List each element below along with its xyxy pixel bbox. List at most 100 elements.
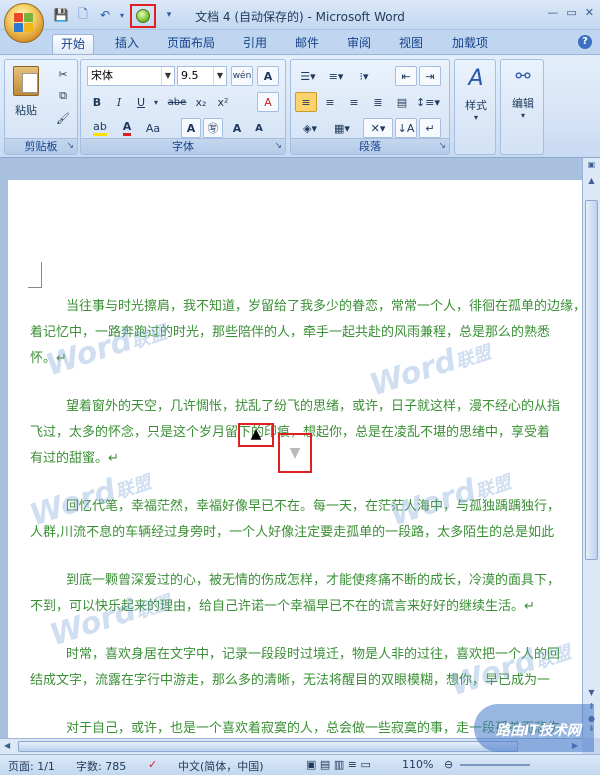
binoculars-icon: ⚯ [515, 66, 531, 87]
paragraph-4-line-1[interactable]: 到底一颗曾深爱过的心，被无情的伤成怎样，才能使疼痛不断的成长，冷漠的面具下， [66, 568, 600, 594]
scroll-left-icon[interactable]: ◀ [4, 741, 10, 750]
minimize-button[interactable]: — [547, 6, 558, 19]
paste-icon [13, 66, 39, 96]
outline-icon[interactable]: ≡ [348, 758, 357, 771]
zoom-level[interactable]: 110% [402, 758, 433, 771]
paragraph-3-line-1[interactable]: 回忆代笔，幸福茫然，幸福好像早已不在。每一天，在茫茫人海中，与孤独踽踽独行， [66, 494, 600, 520]
paragraph-5-line-2[interactable]: 结成文字，流露在字行中游走，那么多的清晰，无法将醒目的双眼模糊，想你，早已成为一 [30, 668, 590, 694]
tab-home[interactable]: 开始 [52, 34, 94, 54]
tab-review[interactable]: 审阅 [342, 34, 376, 54]
character-border-button[interactable]: A [257, 66, 279, 86]
change-case-button[interactable]: Aa [141, 118, 165, 138]
draft-icon[interactable]: ▭ [360, 758, 370, 771]
close-button[interactable]: ✕ [585, 6, 594, 19]
bullets-icon[interactable]: ☰▾ [295, 66, 321, 86]
strikethrough-button[interactable]: abe [165, 92, 189, 112]
paste-label: 粘贴 [15, 104, 37, 117]
superscript-button[interactable]: x² [213, 92, 233, 112]
clipboard-launcher-icon[interactable]: ↘ [66, 141, 74, 151]
editing-group: ⚯ 编辑 ▾ [500, 59, 544, 155]
chevron-down-icon: ▼ [161, 67, 174, 85]
window-controls: — ▭ ✕ [547, 6, 594, 19]
numbering-icon[interactable]: ≡▾ [323, 66, 349, 86]
ruler-toggle-icon[interactable]: ▣ [585, 160, 598, 172]
title-bar: 💾 🗋 ↶ ▾ ▾ 文档 4 (自动保存的) - Microsoft Word … [0, 0, 600, 30]
paragraph-1-line-1[interactable]: 当往事与时光擦肩，我不知道，岁留给了我多少的眷恋，常常一个人，徘徊在孤单的边缘， [66, 294, 600, 320]
font-name-combo[interactable]: 宋体 ▼ [87, 66, 175, 86]
font-size-value: 9.5 [181, 69, 199, 82]
styles-button[interactable]: A 样式 ▾ [457, 66, 495, 122]
print-layout-icon[interactable]: ▣ [306, 758, 316, 771]
underline-button[interactable]: U [131, 92, 151, 112]
subscript-button[interactable]: x₂ [191, 92, 211, 112]
clear-formatting-button[interactable]: A [257, 92, 279, 112]
font-color-button[interactable]: A [115, 118, 139, 138]
increase-indent-icon[interactable]: ⇥ [419, 66, 441, 86]
zoom-slider[interactable] [460, 764, 530, 766]
language[interactable]: 中文(简体，中国) [178, 758, 264, 774]
italic-button[interactable]: I [109, 92, 129, 112]
borders-icon[interactable]: ▦▾ [327, 118, 357, 138]
cut-icon[interactable]: ✂ [53, 64, 73, 84]
status-bar: 页面: 1/1 字数: 785 ✓ 中文(简体，中国) ▣ ▤ ▥ ≡ ▭ 11… [0, 754, 600, 775]
character-shading-button[interactable]: A [181, 118, 201, 138]
paragraph-launcher-icon[interactable]: ↘ [438, 141, 446, 151]
editing-button[interactable]: ⚯ 编辑 ▾ [503, 66, 543, 120]
enclose-characters-icon[interactable]: ㊢ [203, 118, 223, 138]
chevron-down-icon: ▾ [520, 111, 525, 120]
format-painter-icon[interactable]: 🖌 [53, 108, 73, 128]
proofing-icon[interactable]: ✓ [148, 758, 157, 771]
show-marks-icon[interactable]: ↵ [419, 118, 441, 138]
scroll-up-icon[interactable]: ▲ [585, 176, 598, 188]
ribbon: 粘贴 ✂ ⧉ 🖌 剪贴板 ↘ 宋体 ▼ 9.5 ▼ wén A B I U ▾ ab… [0, 54, 600, 158]
word-count[interactable]: 字数: 785 [76, 758, 126, 774]
shrink-font-button[interactable]: A [249, 118, 269, 138]
grow-font-button[interactable]: A [227, 118, 247, 138]
align-right-icon[interactable]: ≡ [343, 92, 365, 112]
arrow-down-icon: ▼ [289, 445, 301, 461]
tab-view[interactable]: 视图 [394, 34, 428, 54]
zoom-out-icon[interactable]: ⊖ [444, 758, 453, 771]
chevron-down-icon: ▾ [473, 113, 478, 122]
page-count[interactable]: 页面: 1/1 [8, 758, 55, 774]
font-launcher-icon[interactable]: ↘ [274, 141, 282, 151]
underline-dropdown-icon[interactable]: ▾ [151, 92, 161, 112]
full-screen-reading-icon[interactable]: ▤ [320, 758, 330, 771]
office-button[interactable] [4, 3, 44, 43]
styles-label: 样式 [465, 99, 487, 112]
bold-button[interactable]: B [87, 92, 107, 112]
font-size-combo[interactable]: 9.5 ▼ [177, 66, 227, 86]
paragraph-1-line-2[interactable]: 着记忆中，一路奔跑过的时光，那些陪伴的人，牵手一起共赴的风雨兼程，总是那么的熟悉 [30, 320, 590, 346]
web-layout-icon[interactable]: ▥ [334, 758, 344, 771]
tab-page-layout[interactable]: 页面布局 [160, 34, 222, 54]
paragraph-2-line-1[interactable]: 望着窗外的天空，几许惆怅，扰乱了纷飞的思绪，或许，日子就这样，漫不经心的从指 [66, 394, 600, 420]
align-left-icon[interactable]: ≡ [295, 92, 317, 112]
paragraph-3-line-2[interactable]: 人群,川流不息的车辆经过身旁时，一个人好像注定要走孤单的一段路，太多陌生的总是如… [30, 520, 590, 546]
paragraph-5-line-1[interactable]: 时常，喜欢身居在文字中，记录一段段时过境迁，物是人非的过往，喜欢把一个人的回 [66, 642, 600, 668]
shading-icon[interactable]: ◈▾ [295, 118, 325, 138]
copy-icon[interactable]: ⧉ [53, 86, 73, 106]
paragraph-4-line-2[interactable]: 不到，可以快乐起来的理由，给自己许诺一个幸福早已不在的谎言来好好的继续生活。↵ [30, 594, 590, 620]
paragraph-1-line-3[interactable]: 怀。↵ [30, 346, 590, 372]
tab-insert[interactable]: 插入 [110, 34, 144, 54]
tab-references[interactable]: 引用 [238, 34, 272, 54]
paste-button[interactable]: 粘贴 [9, 66, 43, 118]
justify-icon[interactable]: ≣ [367, 92, 389, 112]
office-logo-icon [14, 13, 34, 33]
horizontal-scroll-thumb[interactable] [18, 741, 518, 752]
align-center-icon[interactable]: ≡ [319, 92, 341, 112]
paragraph-caption: 段落 [291, 138, 449, 154]
maximize-button[interactable]: ▭ [566, 6, 576, 19]
tab-mailings[interactable]: 邮件 [290, 34, 324, 54]
line-spacing-icon[interactable]: ↕≡▾ [415, 92, 441, 112]
distributed-icon[interactable]: ▤ [391, 92, 413, 112]
decrease-indent-icon[interactable]: ⇤ [395, 66, 417, 86]
tab-addins[interactable]: 加载项 [446, 34, 494, 54]
phonetic-guide-button[interactable]: wén [231, 66, 253, 86]
help-icon[interactable]: ? [578, 35, 592, 49]
chinese-layout-icon[interactable]: ✕▾ [363, 118, 393, 138]
multilevel-list-icon[interactable]: ⁝▾ [351, 66, 377, 86]
window-title: 文档 4 (自动保存的) - Microsoft Word [195, 10, 405, 24]
highlight-color-button[interactable]: ab [87, 118, 113, 138]
sort-icon[interactable]: ↓A [395, 118, 417, 138]
